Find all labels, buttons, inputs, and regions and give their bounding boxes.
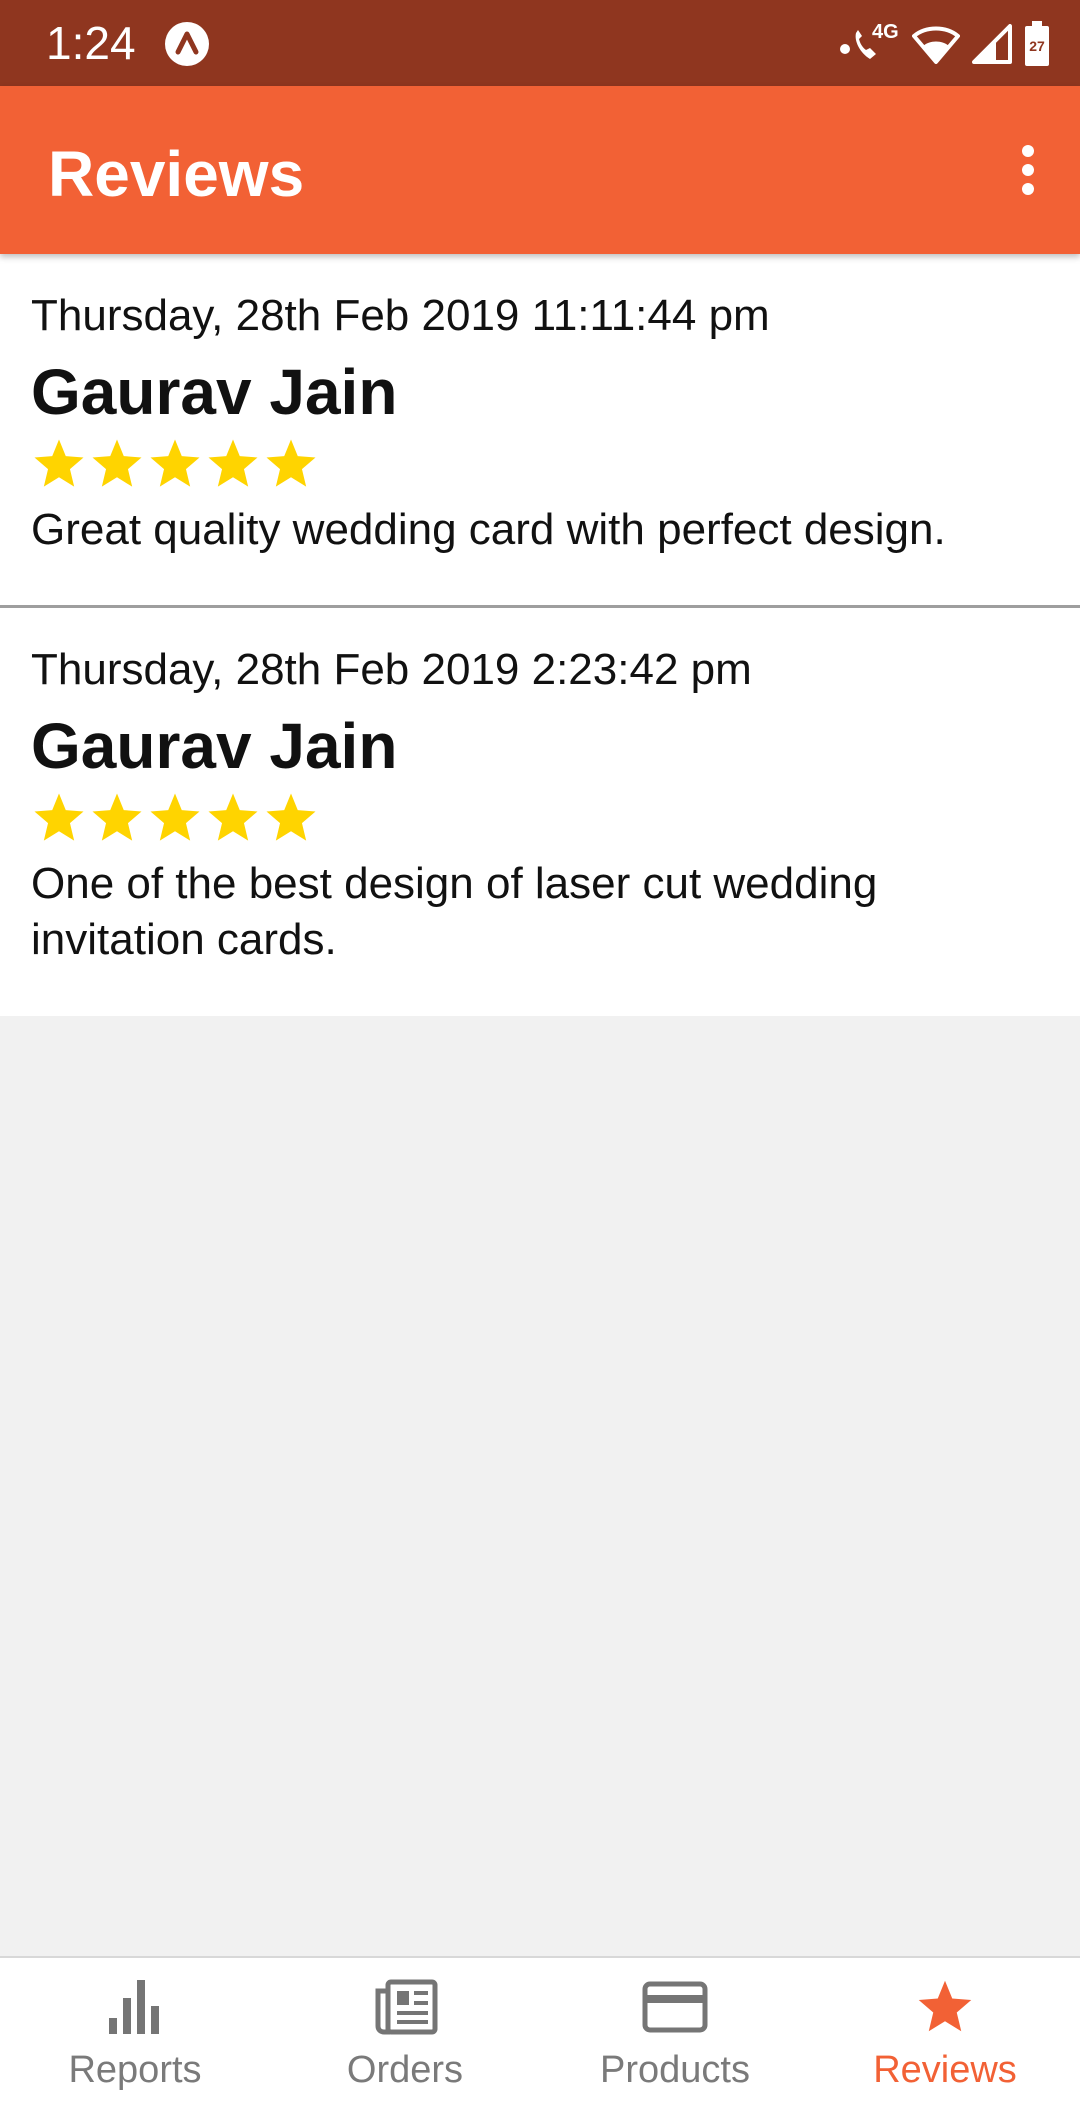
star-icon [34, 439, 84, 487]
review-date: Thursday, 28th Feb 2019 11:11:44 pm [31, 291, 770, 340]
review-list: Thursday, 28th Feb 2019 11:11:44 pm Gaur… [0, 254, 1080, 1016]
reviewer-name: Gaurav Jain [31, 710, 398, 782]
signal-icon [972, 24, 1012, 64]
nav-item-reports[interactable]: Reports [0, 1958, 270, 2102]
nav-item-products[interactable]: Products [540, 1958, 810, 2102]
star-icon [208, 439, 258, 487]
review-comment: Great quality wedding card with perfect … [31, 505, 946, 554]
review-card[interactable]: Thursday, 28th Feb 2019 2:23:42 pm Gaura… [0, 608, 1080, 1016]
review-comment: One of the best design of laser cut wedd… [31, 859, 878, 964]
app-bar: Reviews [0, 86, 1080, 254]
more-vert-icon [1020, 144, 1036, 201]
more-options-button[interactable] [988, 132, 1068, 212]
star-icon [912, 1974, 978, 2040]
nav-item-reviews[interactable]: Reviews [810, 1958, 1080, 2102]
bar-chart-icon [102, 1974, 168, 2040]
page-title: Reviews [48, 138, 305, 210]
nav-label: Reports [68, 2049, 202, 2091]
review-card[interactable]: Thursday, 28th Feb 2019 11:11:44 pm Gaur… [0, 254, 1080, 608]
reviewer-name: Gaurav Jain [31, 356, 398, 428]
battery-icon: 27 [1024, 21, 1050, 67]
star-rating [31, 436, 1050, 492]
orders-icon [372, 1974, 438, 2040]
battery-level: 27 [1029, 38, 1045, 54]
app-notification-icon [164, 21, 210, 67]
star-icon [150, 439, 200, 487]
nav-item-orders[interactable]: Orders [270, 1958, 540, 2102]
bottom-navigation: Reports Orders Products Reviews [0, 1956, 1080, 2102]
nav-label: Products [600, 2049, 750, 2091]
star-rating [31, 790, 1050, 846]
star-icon [266, 793, 316, 841]
status-time: 1:24 [46, 17, 136, 69]
nav-label: Orders [346, 2049, 464, 2091]
wifi-call-icon: 4G [838, 19, 900, 69]
star-icon [266, 439, 316, 487]
status-icons: 4G 27 [838, 16, 1050, 72]
star-icon [34, 793, 84, 841]
star-icon [92, 793, 142, 841]
nav-label: Reviews [873, 2049, 1017, 2091]
status-bar: 1:24 4G 27 [0, 0, 1080, 86]
star-icon [92, 439, 142, 487]
wifi-icon [912, 24, 960, 64]
review-date: Thursday, 28th Feb 2019 2:23:42 pm [31, 645, 752, 694]
star-icon [208, 793, 258, 841]
credit-card-icon [642, 1974, 708, 2040]
network-label: 4G [872, 21, 899, 43]
star-icon [150, 793, 200, 841]
